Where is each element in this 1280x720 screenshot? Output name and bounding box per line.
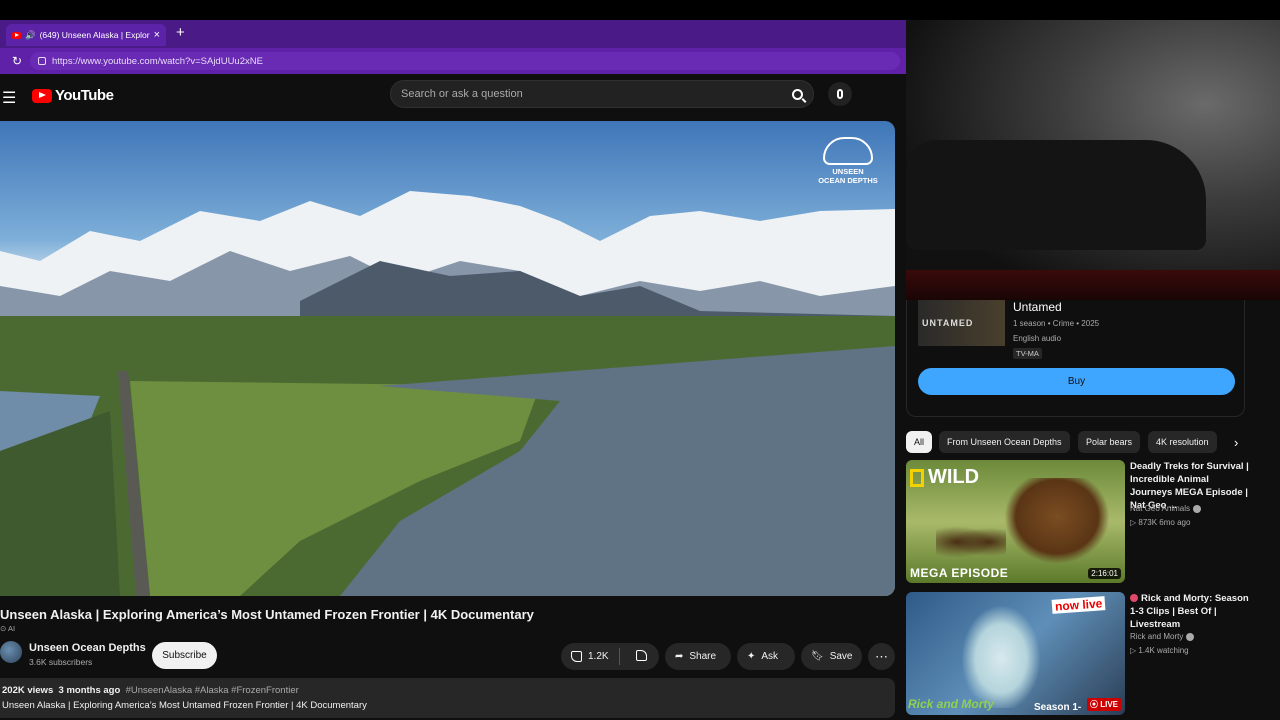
filter-chips: All From Unseen Ocean Depths Polar bears… <box>906 431 1280 453</box>
subscribe-button[interactable]: Subscribe <box>152 642 217 669</box>
watch-sidebar: UNTAMED Untamed 1 season • Crime • 2025 … <box>906 300 1280 720</box>
promo-poster[interactable]: UNTAMED <box>918 300 1005 346</box>
recommendation-thumbnail[interactable]: now live Rick and Morty Season 1- ⦿ LIVE <box>906 592 1125 715</box>
browser-tab[interactable]: 🔊 (649) Unseen Alaska | Explorin × <box>6 24 166 46</box>
youtube-play-icon <box>32 88 52 103</box>
reload-icon[interactable]: ↻ <box>12 54 22 68</box>
live-dot-icon <box>1130 594 1138 603</box>
channel-name[interactable]: Unseen Ocean Depths <box>29 642 146 654</box>
promo-rating: TV-MA <box>1013 348 1042 359</box>
chip-all[interactable]: All <box>906 431 933 453</box>
webcam-bed <box>906 140 1206 250</box>
recommendation-title[interactable]: Rick and Morty: Season 1-3 Clips | Best … <box>1130 592 1250 631</box>
bear-image <box>1004 478 1110 564</box>
verified-icon <box>1193 504 1202 513</box>
recommendation-channel[interactable]: Nat Geo Animals <box>1130 504 1202 513</box>
chip-4k-resolution[interactable]: 4K resolution <box>1148 431 1217 453</box>
bear-cubs-image <box>936 522 1006 562</box>
thumbs-up-icon <box>571 651 582 662</box>
ai-label: ⊙ AI <box>0 624 16 633</box>
channel-avatar[interactable] <box>0 641 22 663</box>
duration-badge: 2:16:01 <box>1088 568 1121 579</box>
search-icon <box>791 88 803 100</box>
recommendation-stats: ▷ 1.4K watching <box>1130 646 1189 655</box>
video-meta: 202K views 3 months ago #UnseenAlaska #A… <box>2 685 893 696</box>
view-count: 202K views <box>2 685 54 696</box>
rick-image <box>956 598 1046 708</box>
description-box[interactable]: 202K views 3 months ago #UnseenAlaska #A… <box>0 678 895 718</box>
url-field[interactable]: https://www.youtube.com/watch?v=SAjdUUu2… <box>30 52 900 70</box>
natgeo-logo: WILD <box>910 466 979 489</box>
new-tab-button[interactable]: + <box>176 24 185 41</box>
speaker-icon[interactable]: 🔊 <box>25 30 36 41</box>
ask-button[interactable]: ✦ Ask <box>737 643 795 670</box>
thumbs-down-icon <box>635 649 647 661</box>
recommendation-channel[interactable]: Rick and Morty <box>1130 632 1195 641</box>
like-button[interactable]: 1.2K <box>561 648 620 665</box>
chip-from-channel[interactable]: From Unseen Ocean Depths <box>939 431 1070 453</box>
url-text: https://www.youtube.com/watch?v=SAjdUUu2… <box>52 55 263 67</box>
hashtags[interactable]: #UnseenAlaska #Alaska #FrozenFrontier <box>126 685 299 696</box>
video-frame-landscape <box>0 191 895 596</box>
promo-title[interactable]: Untamed <box>1013 300 1062 314</box>
like-count: 1.2K <box>588 651 609 662</box>
recommendation-item[interactable]: now live Rick and Morty Season 1- ⦿ LIVE… <box>906 592 1280 715</box>
movie-promo-card: UNTAMED Untamed 1 season • Crime • 2025 … <box>906 300 1245 417</box>
verified-icon <box>1186 632 1195 641</box>
recommendation-item[interactable]: WILD MEGA EPISODE 2:16:01 Deadly Treks f… <box>906 460 1280 583</box>
like-dislike-group: 1.2K <box>561 643 659 670</box>
youtube-page: ☰ YouTube Search or ask a question UNSEE… <box>0 74 906 720</box>
description-text: Unseen Alaska | Exploring America’s Most… <box>2 700 367 711</box>
buy-button[interactable]: Buy <box>918 368 1235 395</box>
search-button[interactable] <box>785 83 809 105</box>
tab-title: (649) Unseen Alaska | Explorin <box>39 30 150 40</box>
webcam-red-glow <box>906 270 1280 300</box>
video-player[interactable]: UNSEEN OCEAN DEPTHS <box>0 121 895 596</box>
search-input[interactable]: Search or ask a question <box>390 80 814 108</box>
subscriber-count: 3.6K subscribers <box>29 657 93 667</box>
promo-audio: English audio <box>1013 334 1062 343</box>
address-bar: ↻ https://www.youtube.com/watch?v=SAjdUU… <box>0 48 906 74</box>
youtube-favicon-icon <box>12 31 21 39</box>
youtube-logo[interactable]: YouTube <box>32 87 114 104</box>
sparkle-icon: ✦ <box>747 651 756 662</box>
bookmark-icon: 🔖︎ <box>811 651 824 662</box>
search-placeholder: Search or ask a question <box>401 88 523 100</box>
share-button[interactable]: ➦ Share <box>665 643 731 670</box>
promo-meta: 1 season • Crime • 2025 <box>1013 319 1100 328</box>
video-title: Unseen Alaska | Exploring America’s Most… <box>0 607 534 622</box>
microphone-icon <box>837 89 843 99</box>
webcam-overlay <box>906 20 1280 300</box>
save-button[interactable]: 🔖︎ Save <box>801 643 862 670</box>
site-info-icon[interactable] <box>38 57 46 65</box>
recommendation-stats: ▷ 873K 6mo ago <box>1130 518 1191 527</box>
channel-watermark: UNSEEN OCEAN DEPTHS <box>813 137 883 185</box>
chip-polar-bears[interactable]: Polar bears <box>1078 431 1141 453</box>
upload-age: 3 months ago <box>58 685 121 696</box>
natgeo-border-icon <box>910 468 924 487</box>
close-tab-icon[interactable]: × <box>154 29 160 41</box>
more-actions-button[interactable]: ⋯ <box>868 643 895 670</box>
screen-top-bar <box>0 0 1280 20</box>
share-icon: ➦ <box>675 651 684 662</box>
live-badge: ⦿ LIVE <box>1086 698 1121 711</box>
hamburger-menu-icon[interactable]: ☰ <box>2 88 16 108</box>
octopus-logo-icon <box>823 137 873 165</box>
recommendation-thumbnail[interactable]: WILD MEGA EPISODE 2:16:01 <box>906 460 1125 583</box>
chevron-right-icon[interactable]: › <box>1234 435 1238 450</box>
browser-tab-strip: 🔊 (649) Unseen Alaska | Explorin × <box>0 20 906 48</box>
dislike-button[interactable] <box>626 649 657 664</box>
voice-search-button[interactable] <box>828 82 852 106</box>
